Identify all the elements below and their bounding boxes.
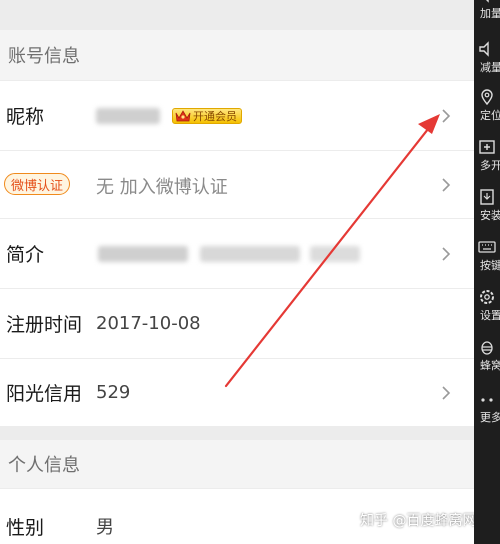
credit-label: 阳光信用	[6, 383, 83, 405]
multi-window-icon	[479, 140, 495, 154]
row-sunshine-credit[interactable]: 阳光信用 529	[0, 358, 474, 426]
emulator-sidebar: 加量 减量 定位 多开 安装 按键 设置 蜂窝 更多	[474, 0, 500, 544]
volume-down-icon	[479, 41, 489, 57]
nickname-blurred	[96, 108, 160, 124]
credit-value: 529	[96, 382, 131, 403]
weibo-verify-value: 无 加入微博认证	[96, 177, 228, 198]
gender-label: 性别	[6, 517, 45, 539]
sidebar-label: 减量	[480, 61, 500, 74]
chevron-right-icon	[442, 386, 451, 400]
section-title-personal: 个人信息	[8, 455, 80, 476]
row-nickname[interactable]: 昵称 开通会员	[0, 80, 474, 150]
vip-badge[interactable]: 开通会员	[172, 108, 242, 124]
sidebar-item-multi-open[interactable]: 多开	[474, 132, 500, 172]
sidebar-item-volume-up[interactable]: 加量	[474, 0, 500, 20]
watermark: 知乎 @百度蜂窝网络	[360, 513, 474, 529]
row-intro[interactable]: 简介	[0, 218, 474, 288]
chevron-right-icon	[442, 178, 451, 192]
sidebar-item-settings[interactable]: 设置	[474, 282, 500, 322]
crown-icon	[175, 110, 191, 122]
sidebar-item-location[interactable]: 定位	[474, 82, 500, 122]
gender-value: 男	[96, 517, 114, 538]
sidebar-item-volume-down[interactable]: 减量	[474, 34, 500, 74]
sidebar-label: 多开	[480, 159, 500, 172]
row-weibo-verify[interactable]: 微博认证 无 加入微博认证	[0, 150, 474, 218]
sidebar-item-install-apk[interactable]: 安装	[474, 182, 500, 222]
sidebar-label: 蜂窝	[480, 359, 500, 372]
section-header-account: 账号信息	[0, 30, 474, 80]
nickname-label: 昵称	[6, 106, 45, 128]
intro-label: 简介	[6, 244, 45, 266]
sidebar-item-bee[interactable]: 蜂窝	[474, 332, 500, 372]
register-label: 注册时间	[6, 314, 83, 336]
sidebar-label: 更多	[480, 411, 500, 424]
sidebar-label: 加量	[480, 7, 500, 20]
row-register-date: 注册时间 2017-10-08	[0, 288, 474, 358]
section-title-account: 账号信息	[8, 46, 80, 67]
intro-blurred-2	[200, 246, 300, 262]
bee-icon	[481, 341, 493, 355]
sidebar-label: 定位	[480, 109, 500, 122]
sidebar-label: 设置	[480, 309, 500, 322]
intro-blurred-3	[310, 246, 360, 262]
vip-badge-label: 开通会员	[193, 110, 237, 123]
section-header-personal: 个人信息	[0, 440, 474, 488]
intro-blurred-1	[98, 246, 188, 262]
weibo-verify-badge: 微博认证	[4, 173, 71, 195]
chevron-right-icon	[442, 247, 451, 261]
keyboard-icon	[478, 241, 496, 253]
sidebar-label: 安装	[480, 209, 500, 222]
more-dots-icon	[481, 398, 493, 402]
chevron-right-icon	[442, 109, 451, 123]
location-pin-icon	[481, 89, 493, 106]
register-value: 2017-10-08	[96, 313, 201, 334]
sidebar-item-more[interactable]: 更多	[474, 384, 500, 424]
sidebar-item-keymap[interactable]: 按键	[474, 232, 500, 272]
apk-install-icon	[480, 189, 494, 205]
profile-screen: 账号信息 昵称 开通会员 微博认证 无 加入微博认证 简介 注册时间 2017-…	[0, 0, 474, 544]
volume-up-icon	[486, 0, 489, 3]
gear-icon	[480, 290, 494, 304]
sidebar-label: 按键	[480, 259, 500, 272]
